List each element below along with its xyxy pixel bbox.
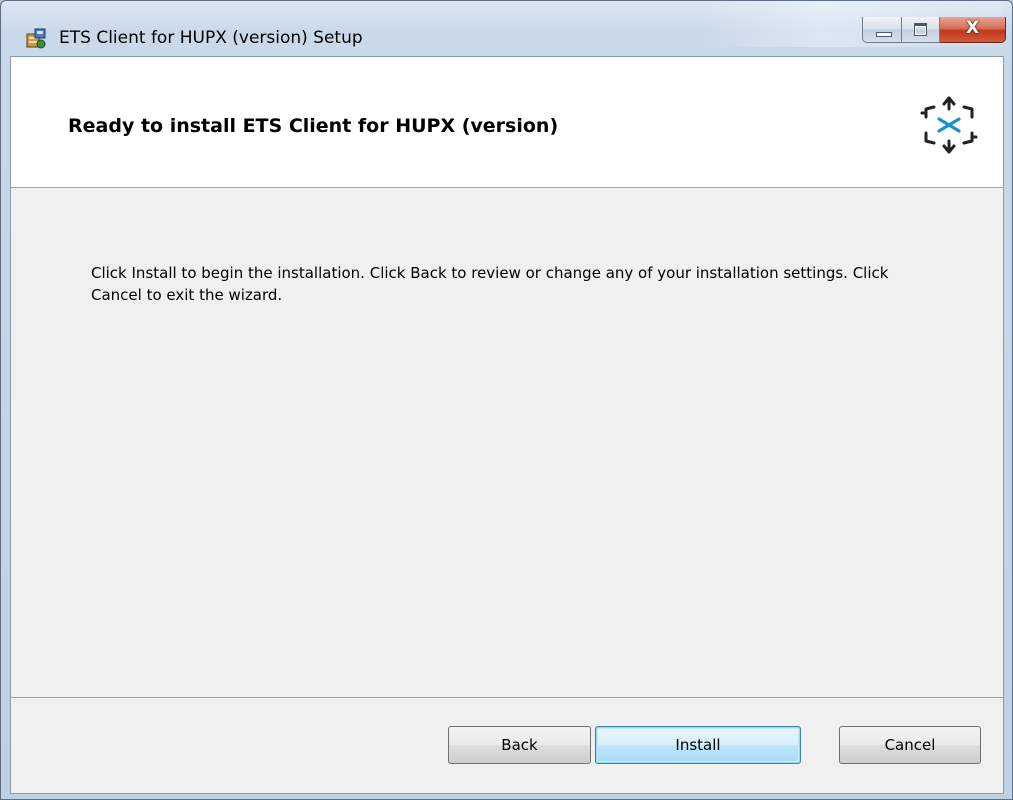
caption-buttons: X bbox=[862, 17, 1006, 47]
install-button[interactable]: Install bbox=[595, 726, 801, 764]
minimize-icon bbox=[876, 32, 892, 37]
close-icon: X bbox=[965, 18, 980, 38]
close-button[interactable]: X bbox=[940, 17, 1006, 43]
wizard-banner: Ready to install ETS Client for HUPX (ve… bbox=[11, 57, 1003, 188]
ets-logo-icon bbox=[920, 96, 978, 154]
title-bar[interactable]: ETS Client for HUPX (version) Setup X bbox=[1, 1, 1012, 50]
maximize-button[interactable] bbox=[902, 17, 940, 43]
instructions-text: Click Install to begin the installation.… bbox=[91, 264, 889, 304]
window-title: ETS Client for HUPX (version) Setup bbox=[59, 28, 363, 48]
wizard-client-area: Ready to install ETS Client for HUPX (ve… bbox=[10, 56, 1004, 794]
setup-window: ETS Client for HUPX (version) Setup X Re… bbox=[0, 0, 1013, 800]
back-button[interactable]: Back bbox=[448, 726, 591, 764]
footer-divider bbox=[11, 697, 1003, 699]
maximize-icon bbox=[914, 23, 927, 36]
minimize-button[interactable] bbox=[862, 17, 902, 43]
installer-icon[interactable] bbox=[25, 28, 47, 50]
page-title: Ready to install ETS Client for HUPX (ve… bbox=[68, 115, 559, 137]
cancel-button[interactable]: Cancel bbox=[839, 726, 981, 764]
